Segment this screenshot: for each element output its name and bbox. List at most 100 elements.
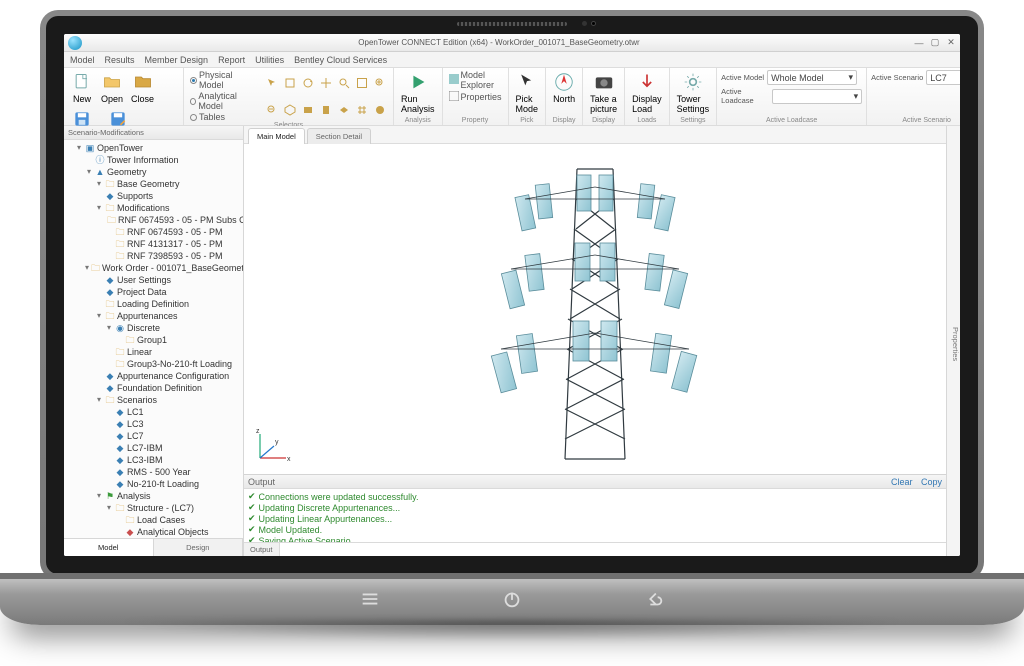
menubar-item[interactable]: Model <box>70 55 95 65</box>
tree-user-settings[interactable]: ◆User Settings <box>94 274 243 286</box>
tree-foundation[interactable]: ◆Foundation Definition <box>94 382 243 394</box>
tool-grid-icon[interactable] <box>354 102 370 118</box>
svg-text:y: y <box>275 439 279 446</box>
model-tree[interactable]: ▾▣OpenTower ⓘTower Information ▾▲Geometr… <box>64 140 243 538</box>
folder-close-icon <box>132 71 154 93</box>
minimize-button[interactable]: — <box>912 37 926 49</box>
tree-group-noload[interactable]: 🗀Group3-No-210-ft Loading <box>104 358 243 370</box>
tree-tower-info[interactable]: ⓘTower Information <box>84 154 243 166</box>
properties-panel-collapsed[interactable]: Properties <box>946 126 960 556</box>
tool-front-icon[interactable] <box>300 102 316 118</box>
tool-cursor-icon[interactable] <box>264 75 280 91</box>
tree-mod[interactable]: 🗀RNF 0674593 - 05 - PM Subs Only <box>104 214 243 226</box>
active-loadcase-dropdown[interactable]: ▾ <box>772 89 862 104</box>
tree-scenario[interactable]: ◆LC3 <box>104 418 243 430</box>
run-analysis-button[interactable]: Run Analysis <box>398 70 438 115</box>
tree-app-config[interactable]: ◆Appurtenance Configuration <box>94 370 243 382</box>
tree-mod[interactable]: 🗀RNF 7398593 - 05 - PM <box>104 250 243 262</box>
close-file-button[interactable]: Close <box>128 70 157 105</box>
active-model-dropdown[interactable]: Whole Model▾ <box>767 70 857 85</box>
tool-select-icon[interactable] <box>282 75 298 91</box>
view-tables-radio[interactable]: Tables <box>188 112 258 122</box>
tree-root[interactable]: ▾▣OpenTower <box>74 142 243 154</box>
tree-geometry[interactable]: ▾▲Geometry <box>84 166 243 178</box>
gear-icon <box>682 71 704 93</box>
sidebar-tab-design[interactable]: Design <box>154 539 244 556</box>
menubar-item[interactable]: Bentley Cloud Services <box>294 55 387 65</box>
north-button[interactable]: North <box>550 70 578 105</box>
close-button[interactable]: ✕ <box>944 37 958 49</box>
tab-section-detail[interactable]: Section Detail <box>307 128 371 144</box>
output-log[interactable]: ✔Connections were updated successfully. … <box>244 489 946 542</box>
tree-icon <box>449 74 459 86</box>
menubar-item[interactable]: Utilities <box>255 55 284 65</box>
new-button[interactable]: New <box>68 70 96 105</box>
tab-main-model[interactable]: Main Model <box>248 128 305 144</box>
svg-text:x: x <box>287 456 291 463</box>
tool-shade-icon[interactable] <box>372 102 388 118</box>
tree-appurtenances[interactable]: ▾🗀Appurtenances <box>94 310 243 322</box>
tree-loading-def[interactable]: 🗀Loading Definition <box>94 298 243 310</box>
tool-top-icon[interactable] <box>336 102 352 118</box>
maximize-button[interactable]: ▢ <box>928 37 942 49</box>
cursor-icon <box>516 71 538 93</box>
tree-modifications[interactable]: ▾🗀Modifications <box>94 202 243 214</box>
check-icon: ✔ <box>248 491 256 502</box>
tree-project-data[interactable]: ◆Project Data <box>94 286 243 298</box>
open-button[interactable]: Open <box>98 70 126 105</box>
tree-mod[interactable]: 🗀RNF 0674593 - 05 - PM <box>104 226 243 238</box>
display-load-button[interactable]: Display Load <box>629 70 665 115</box>
view-analytical-radio[interactable]: Analytical Model <box>188 91 258 111</box>
check-icon: ✔ <box>248 502 256 513</box>
tower-model-icon <box>435 149 755 469</box>
tree-scenarios[interactable]: ▾🗀Scenarios <box>94 394 243 406</box>
viewport-3d[interactable]: z x y <box>244 144 946 474</box>
laptop-hinge <box>0 573 1024 625</box>
menu-icon <box>359 588 381 610</box>
speaker-grill <box>457 22 567 26</box>
tool-zoom-icon[interactable] <box>336 75 352 91</box>
tool-pan-icon[interactable] <box>318 75 334 91</box>
tree-group[interactable]: 🗀Group1 <box>114 334 243 346</box>
tool-zoom-fit-icon[interactable] <box>354 75 370 91</box>
tree-mod[interactable]: 🗀RNF 4131317 - 05 - PM <box>104 238 243 250</box>
tree-scenario[interactable]: ◆No-210-ft Loading <box>104 478 243 490</box>
tree-scenario[interactable]: ◆LC7 <box>104 430 243 442</box>
tool-iso-icon[interactable] <box>282 102 298 118</box>
tree-work-order[interactable]: ▾🗀Work Order - 001071_BaseGeometry <box>84 262 243 274</box>
tree-discrete[interactable]: ▾◉Discrete <box>104 322 243 334</box>
menubar-item[interactable]: Report <box>218 55 245 65</box>
check-icon: ✔ <box>248 535 256 542</box>
tree-linear[interactable]: 🗀Linear <box>104 346 243 358</box>
model-explorer-toggle[interactable]: Model Explorer <box>447 70 504 90</box>
tool-rotate-icon[interactable] <box>300 75 316 91</box>
sidebar-tab-model[interactable]: Model <box>64 539 154 556</box>
properties-toggle[interactable]: Properties <box>447 91 504 103</box>
tool-zoom-out-icon[interactable] <box>264 102 280 118</box>
menubar-item[interactable]: Results <box>105 55 135 65</box>
tool-zoom-in-icon[interactable] <box>372 75 388 91</box>
output-tab[interactable]: Output <box>244 543 280 556</box>
pick-mode-button[interactable]: Pick Mode <box>513 70 542 115</box>
output-clear-button[interactable]: Clear <box>891 477 913 487</box>
tree-base-geometry[interactable]: ▾🗀Base Geometry <box>94 178 243 190</box>
tree-scenario[interactable]: ◆LC7-IBM <box>104 442 243 454</box>
tree-structure[interactable]: ▾🗀Structure - (LC7) <box>104 502 243 514</box>
titlebar: OpenTower CONNECT Edition (x64) - WorkOr… <box>64 34 960 52</box>
output-copy-button[interactable]: Copy <box>921 477 942 487</box>
grid-icon <box>449 91 459 103</box>
tree-analysis[interactable]: ▾⚑Analysis <box>94 490 243 502</box>
tree-analytical-objects[interactable]: ◆Analytical Objects <box>114 526 243 538</box>
ribbon: New Open <box>64 68 960 126</box>
tool-side-icon[interactable] <box>318 102 334 118</box>
menubar-item[interactable]: Member Design <box>145 55 209 65</box>
tree-load-cases[interactable]: 🗀Load Cases <box>114 514 243 526</box>
tree-scenario[interactable]: ◆LC3-IBM <box>104 454 243 466</box>
active-scenario-dropdown[interactable]: LC7▾ <box>926 70 960 85</box>
tree-scenario[interactable]: ◆RMS - 500 Year <box>104 466 243 478</box>
view-physical-radio[interactable]: Physical Model <box>188 70 258 90</box>
tree-scenario[interactable]: ◆LC1 <box>104 406 243 418</box>
tree-supports[interactable]: ◆Supports <box>94 190 243 202</box>
tower-settings-button[interactable]: Tower Settings <box>674 70 713 115</box>
take-picture-button[interactable]: Take a picture <box>587 70 620 115</box>
